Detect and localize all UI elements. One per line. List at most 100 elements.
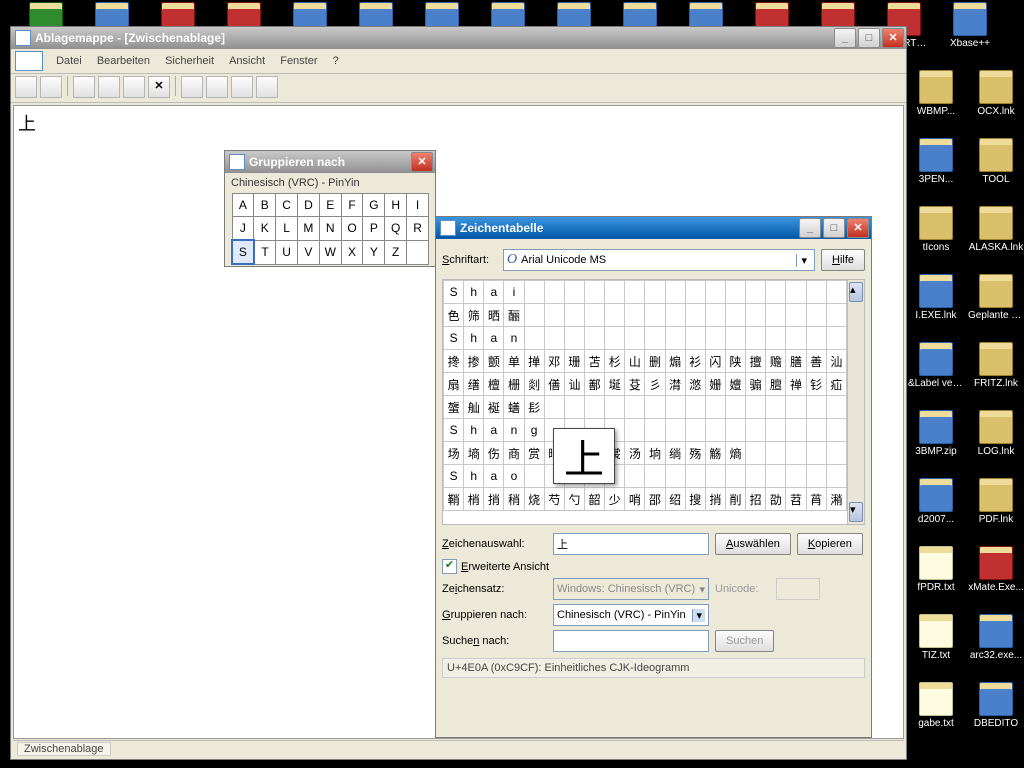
char-cell[interactable]: 钐 bbox=[806, 373, 826, 396]
char-cell[interactable]: 搜 bbox=[685, 488, 705, 511]
char-cell[interactable] bbox=[766, 465, 786, 488]
letter-cell[interactable]: S bbox=[232, 240, 254, 264]
menubar[interactable]: Datei Bearbeiten Sicherheit Ansicht Fens… bbox=[11, 49, 906, 74]
char-cell[interactable] bbox=[584, 304, 604, 327]
char-cell[interactable]: 蟮 bbox=[504, 396, 524, 419]
char-cell[interactable]: 少 bbox=[605, 488, 625, 511]
char-cell[interactable]: 搀 bbox=[444, 350, 464, 373]
minimize-button[interactable]: _ bbox=[799, 218, 821, 238]
char-cell[interactable]: 梢 bbox=[464, 488, 484, 511]
char-cell[interactable]: 莦 bbox=[806, 488, 826, 511]
desktop-icon[interactable]: gabe.txt bbox=[908, 682, 964, 730]
char-cell[interactable] bbox=[524, 465, 544, 488]
char-cell[interactable]: a bbox=[484, 465, 504, 488]
letter-cell[interactable]: N bbox=[319, 217, 341, 241]
char-cell[interactable] bbox=[786, 442, 806, 465]
letter-cell[interactable]: A bbox=[232, 194, 254, 217]
char-cell[interactable]: a bbox=[484, 327, 504, 350]
char-cell[interactable] bbox=[705, 419, 725, 442]
letter-cell[interactable]: V bbox=[297, 240, 319, 264]
letter-cell[interactable]: Y bbox=[363, 240, 385, 264]
char-cell[interactable] bbox=[725, 327, 745, 350]
char-cell[interactable] bbox=[705, 465, 725, 488]
char-cell[interactable]: 韶 bbox=[584, 488, 604, 511]
char-cell[interactable] bbox=[766, 281, 786, 304]
char-cell[interactable]: 膳 bbox=[786, 350, 806, 373]
char-cell[interactable]: 潲 bbox=[826, 488, 846, 511]
char-cell[interactable]: 单 bbox=[504, 350, 524, 373]
char-cell[interactable]: a bbox=[484, 419, 504, 442]
extended-view-checkbox[interactable]: ✔ bbox=[442, 559, 457, 574]
char-cell[interactable] bbox=[685, 281, 705, 304]
copy-button[interactable]: Kopieren bbox=[797, 533, 863, 555]
char-cell[interactable] bbox=[524, 304, 544, 327]
char-cell[interactable] bbox=[605, 396, 625, 419]
char-cell[interactable]: 场 bbox=[444, 442, 464, 465]
char-cell[interactable] bbox=[786, 304, 806, 327]
char-cell[interactable]: n bbox=[504, 419, 524, 442]
close-button[interactable]: ✕ bbox=[411, 152, 433, 172]
char-cell[interactable]: 缮 bbox=[464, 373, 484, 396]
char-cell[interactable]: 䗠 bbox=[444, 396, 464, 419]
char-cell[interactable]: 熵 bbox=[725, 442, 745, 465]
char-cell[interactable]: 殇 bbox=[685, 442, 705, 465]
letter-cell[interactable]: G bbox=[363, 194, 385, 217]
char-cell[interactable]: 商 bbox=[504, 442, 524, 465]
char-cell[interactable]: h bbox=[464, 465, 484, 488]
desktop-icon[interactable]: TOOL bbox=[968, 138, 1024, 186]
char-cell[interactable] bbox=[665, 419, 685, 442]
char-cell[interactable] bbox=[826, 281, 846, 304]
char-cell[interactable] bbox=[806, 419, 826, 442]
menu-ansicht[interactable]: Ansicht bbox=[223, 53, 271, 69]
char-cell[interactable]: 晒 bbox=[484, 304, 504, 327]
char-cell[interactable] bbox=[746, 396, 766, 419]
desktop-icon[interactable]: Xbase++ bbox=[942, 2, 998, 50]
titlebar[interactable]: Ablagemappe - [Zwischenablage] _ □ ✕ bbox=[11, 27, 906, 49]
char-cell[interactable] bbox=[564, 281, 584, 304]
char-cell[interactable] bbox=[685, 396, 705, 419]
letter-cell[interactable]: U bbox=[276, 240, 298, 264]
titlebar[interactable]: Gruppieren nach ✕ bbox=[225, 151, 435, 173]
char-cell[interactable] bbox=[746, 419, 766, 442]
char-cell[interactable] bbox=[665, 465, 685, 488]
char-cell[interactable]: 绍 bbox=[665, 488, 685, 511]
letter-cell[interactable]: B bbox=[254, 194, 276, 217]
char-cell[interactable] bbox=[786, 327, 806, 350]
char-cell[interactable]: 垧 bbox=[645, 442, 665, 465]
tool-btn[interactable] bbox=[40, 76, 62, 98]
char-cell[interactable] bbox=[746, 304, 766, 327]
char-cell[interactable]: 捎 bbox=[484, 488, 504, 511]
char-cell[interactable]: 颤 bbox=[484, 350, 504, 373]
maximize-button[interactable]: □ bbox=[823, 218, 845, 238]
menu-bearbeiten[interactable]: Bearbeiten bbox=[91, 53, 156, 69]
letter-cell[interactable]: R bbox=[407, 217, 429, 241]
char-cell[interactable]: 舢 bbox=[464, 396, 484, 419]
char-cell[interactable]: i bbox=[504, 281, 524, 304]
desktop-icon[interactable]: 3PEN... bbox=[908, 138, 964, 186]
char-cell[interactable]: 绱 bbox=[665, 442, 685, 465]
help-button[interactable]: Hilfe bbox=[821, 249, 865, 271]
char-cell[interactable]: o bbox=[504, 465, 524, 488]
desktop-icon[interactable]: tIcons bbox=[908, 206, 964, 254]
char-cell[interactable] bbox=[564, 304, 584, 327]
char-cell[interactable] bbox=[685, 304, 705, 327]
char-cell[interactable] bbox=[625, 465, 645, 488]
letter-cell[interactable]: T bbox=[254, 240, 276, 264]
char-cell[interactable]: 觞 bbox=[705, 442, 725, 465]
char-cell[interactable] bbox=[625, 419, 645, 442]
char-cell[interactable] bbox=[746, 442, 766, 465]
char-cell[interactable]: 墒 bbox=[464, 442, 484, 465]
char-cell[interactable] bbox=[725, 281, 745, 304]
char-cell[interactable] bbox=[746, 465, 766, 488]
char-cell[interactable] bbox=[564, 327, 584, 350]
char-cell[interactable]: 骟 bbox=[746, 373, 766, 396]
groupby-select[interactable]: Chinesisch (VRC) - PinYin▾ bbox=[553, 604, 709, 626]
char-cell[interactable] bbox=[605, 281, 625, 304]
menu-datei[interactable]: Datei bbox=[50, 53, 88, 69]
char-cell[interactable] bbox=[746, 327, 766, 350]
tool-btn[interactable] bbox=[206, 76, 228, 98]
desktop-icon[interactable]: I.EXE.lnk bbox=[908, 274, 964, 322]
char-cell[interactable] bbox=[564, 396, 584, 419]
char-cell[interactable] bbox=[766, 442, 786, 465]
char-cell[interactable] bbox=[665, 281, 685, 304]
